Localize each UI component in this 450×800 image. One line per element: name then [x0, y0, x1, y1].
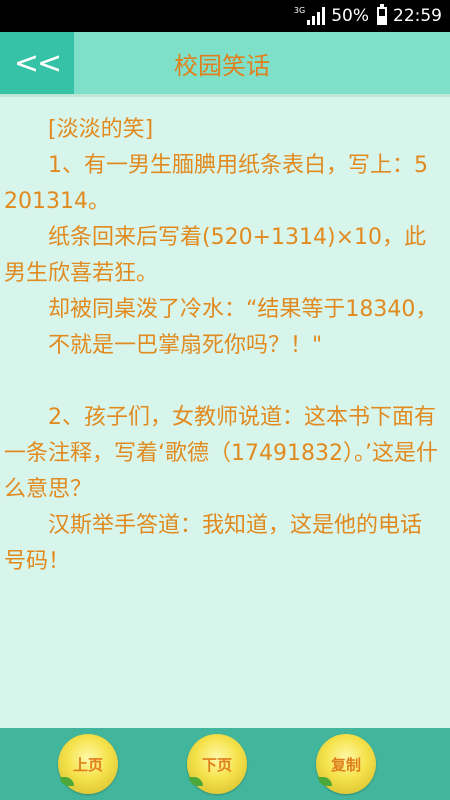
next-page-label: 下页	[201, 755, 232, 774]
joke-line: 纸条回来后写着(520+1314)×10，此男生欣喜若狂。	[4, 225, 427, 286]
battery-percent: 50%	[331, 6, 369, 26]
status-indicators: 3G 50% 22:59	[294, 0, 442, 32]
battery-icon	[377, 4, 387, 25]
status-bar: 3G 50% 22:59	[0, 0, 450, 32]
joke-heading: [淡淡的笑]	[48, 117, 154, 142]
copy-button[interactable]: 复制	[316, 734, 376, 794]
joke-line: 1、有一男生腼腆用纸条表白，写上：5201314。	[4, 153, 428, 214]
page-title: 校园笑话	[174, 51, 270, 80]
joke-line: 2、孩子们，女教师说道：这本书下面有一条注释，写着‘歌德（17491832）。’…	[4, 405, 438, 502]
joke-line: 不就是一巴掌扇死你吗？！"	[48, 333, 323, 358]
joke-line: 汉斯举手答道：我知道，这是他的电话号码！	[4, 513, 423, 574]
clock: 22:59	[393, 6, 442, 26]
title-bar: << 校园笑话	[0, 32, 450, 97]
joke-content: [淡淡的笑] 1、有一男生腼腆用纸条表白，写上：5201314。 纸条回来后写着…	[0, 96, 450, 728]
joke-line: 却被同桌泼了冷水：“结果等于18340，	[48, 297, 438, 322]
back-arrow-icon: <<	[13, 45, 62, 81]
signal-icon	[307, 7, 326, 25]
prev-page-label: 上页	[72, 755, 103, 774]
bottom-bar: 上页 下页 复制	[0, 728, 450, 800]
copy-label: 复制	[330, 755, 361, 774]
prev-page-button[interactable]: 上页	[58, 734, 118, 794]
leaf-icon	[60, 777, 74, 786]
back-button[interactable]: <<	[0, 32, 74, 94]
next-page-button[interactable]: 下页	[187, 734, 247, 794]
leaf-icon	[189, 777, 203, 786]
network-type: 3G	[293, 5, 306, 15]
leaf-icon	[318, 777, 332, 786]
